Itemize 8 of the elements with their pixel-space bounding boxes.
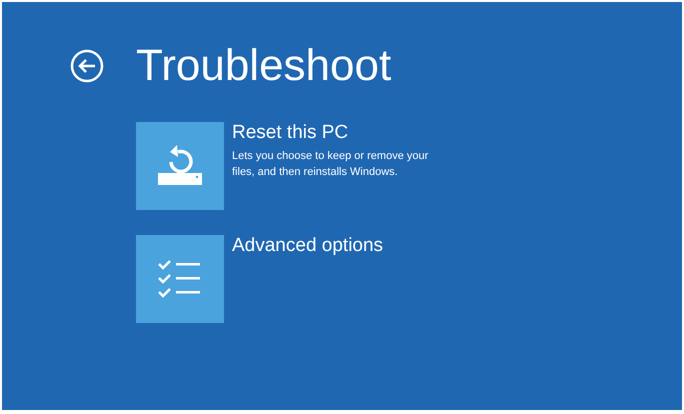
option-description: Lets you choose to keep or remove your files, and then reinstalls Windows. — [232, 149, 430, 180]
option-tile[interactable] — [136, 235, 224, 323]
checklist-icon — [158, 259, 202, 299]
option-tile[interactable] — [136, 122, 224, 210]
option-label[interactable]: Advanced options — [232, 235, 384, 257]
back-button[interactable] — [70, 49, 104, 83]
option-label[interactable]: Reset this PC — [232, 122, 442, 144]
page-title: Troubleshoot — [136, 40, 392, 92]
